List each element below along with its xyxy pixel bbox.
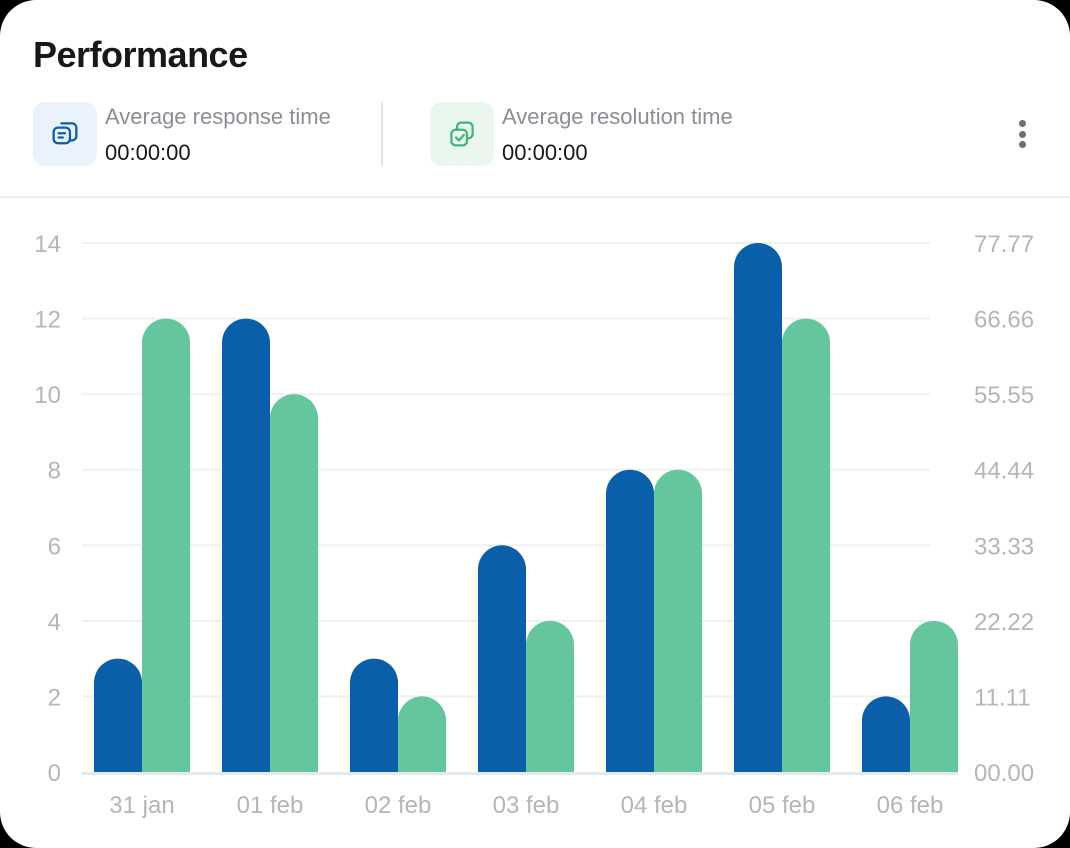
y-right-tick-label: 00.00: [974, 760, 1034, 787]
x-tick-label: 03 feb: [493, 792, 560, 819]
y-right-tick-label: 77.77: [974, 231, 1034, 258]
performance-card: Performance Average response time 00:00:…: [0, 0, 1070, 848]
y-left-tick-label: 12: [34, 307, 61, 334]
y-left-tick-label: 0: [48, 760, 61, 787]
bar: [222, 318, 270, 772]
x-tick-label: 06 feb: [877, 792, 944, 819]
bar: [782, 318, 831, 772]
y-right-tick-label: 44.44: [974, 458, 1034, 485]
x-tick-label: 02 feb: [365, 792, 432, 819]
y-right-tick-label: 11.11: [974, 684, 1031, 711]
bar: [862, 696, 910, 772]
bar-chart: 0 2 4 6 8 10 12 14 00.00 11.11 22.22 33.33 44.44 55.5…: [34, 231, 1034, 819]
bar: [398, 696, 446, 772]
y-left-tick-label: 4: [48, 609, 61, 636]
bar: [910, 620, 958, 772]
y-right-tick-label: 55.55: [974, 382, 1034, 409]
x-tick-label: 01 feb: [237, 792, 304, 819]
bar: [350, 658, 398, 772]
y-right-tick-label: 33.33: [974, 533, 1034, 560]
bar: [526, 620, 574, 772]
y-left-tick-label: 14: [34, 231, 61, 258]
bar: [606, 469, 654, 772]
bar: [142, 318, 190, 772]
y-left-tick-label: 8: [48, 458, 61, 485]
y-left-tick-label: 6: [48, 533, 61, 560]
y-left-tick-label: 2: [48, 684, 61, 711]
x-tick-label: 04 feb: [621, 792, 688, 819]
x-tick-label: 31 jan: [109, 792, 174, 819]
y-right-tick-label: 22.22: [974, 609, 1034, 636]
bar: [94, 658, 142, 772]
y-left-tick-label: 10: [34, 382, 61, 409]
bar: [478, 545, 526, 772]
x-tick-label: 05 feb: [749, 792, 816, 819]
bar: [654, 469, 702, 772]
bar: [734, 243, 782, 772]
bar: [270, 394, 318, 772]
y-right-tick-label: 66.66: [974, 307, 1034, 334]
